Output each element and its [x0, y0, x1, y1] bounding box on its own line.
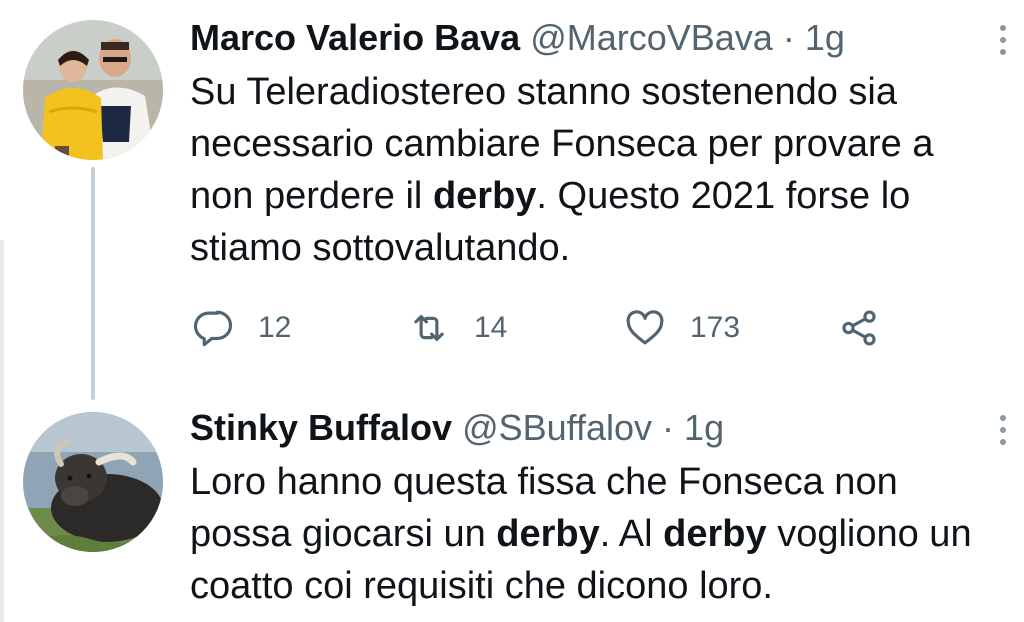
tweet-text: Loro hanno questa fissa che Fonseca non …: [190, 456, 1024, 612]
tweet-marco-valerio-bava[interactable]: Marco Valerio Bava @MarcoVBava · 1g Su T…: [0, 0, 1024, 400]
text-fragment: possa giocarsi un: [190, 513, 497, 555]
thread-connector-line: [91, 167, 95, 400]
tweet-text-line: coatto coi requisiti che dicono loro.: [190, 565, 773, 607]
tweet-text: Su Teleradiostereo stanno sostenendo sia…: [190, 66, 1024, 274]
tweet-stinky-buffalov[interactable]: Stinky Buffalov @SBuffalov · 1g Loro han…: [0, 400, 1024, 622]
tweet-header: Marco Valerio Bava @MarcoVBava · 1g: [190, 16, 845, 60]
highlighted-keyword: derby: [663, 513, 767, 555]
text-fragment: vogliono un: [766, 513, 972, 555]
header-separator: ·: [772, 17, 805, 58]
tweet-text-line: non perdere il derby. Questo 2021 forse …: [190, 170, 1024, 222]
avatar[interactable]: [23, 412, 163, 552]
text-fragment: . Questo 2021 forse lo: [536, 175, 911, 217]
tweet-text-line: Loro hanno questa fissa che Fonseca non: [190, 461, 898, 503]
tweet-time[interactable]: 1g: [684, 407, 724, 448]
heart-icon: [626, 310, 664, 345]
tweet-text-line: possa giocarsi un derby. Al derby voglio…: [190, 508, 1024, 560]
text-fragment: non perdere il: [190, 175, 433, 217]
tweet-actions: 12 14 173: [190, 300, 910, 356]
share-icon: [842, 310, 876, 346]
avatar[interactable]: [23, 20, 163, 160]
header-separator: ·: [652, 407, 685, 448]
avatar-photo: [23, 412, 163, 552]
like-button[interactable]: 173: [624, 300, 740, 356]
like-count: 173: [690, 311, 741, 344]
reply-button[interactable]: 12: [192, 300, 291, 356]
more-vertical-icon[interactable]: [996, 22, 1010, 62]
tweet-time[interactable]: 1g: [805, 17, 845, 58]
text-fragment: . Al: [599, 513, 664, 555]
highlighted-keyword: derby: [496, 513, 600, 555]
highlighted-keyword: derby: [432, 175, 537, 217]
tweet-text-line: Su Teleradiostereo stanno sostenendo sia: [190, 71, 898, 113]
author-handle[interactable]: @SBuffalov: [462, 407, 652, 448]
retweet-button[interactable]: 14: [408, 300, 507, 356]
author-handle[interactable]: @MarcoVBava: [530, 17, 773, 58]
author-name[interactable]: Stinky Buffalov: [190, 407, 452, 448]
author-name[interactable]: Marco Valerio Bava: [190, 17, 520, 58]
more-vertical-icon[interactable]: [996, 412, 1010, 452]
tweet-text-line: stiamo sottovalutando.: [190, 227, 571, 269]
share-button[interactable]: [838, 300, 904, 356]
retweet-icon: [414, 315, 444, 341]
tweet-text-line: necessario cambiare Fonseca per provare …: [190, 123, 934, 165]
retweet-count: 14: [474, 311, 508, 344]
reply-icon: [193, 310, 233, 347]
reply-count: 12: [258, 311, 292, 344]
avatar-photo: [23, 20, 163, 160]
tweet-header: Stinky Buffalov @SBuffalov · 1g: [190, 406, 724, 450]
